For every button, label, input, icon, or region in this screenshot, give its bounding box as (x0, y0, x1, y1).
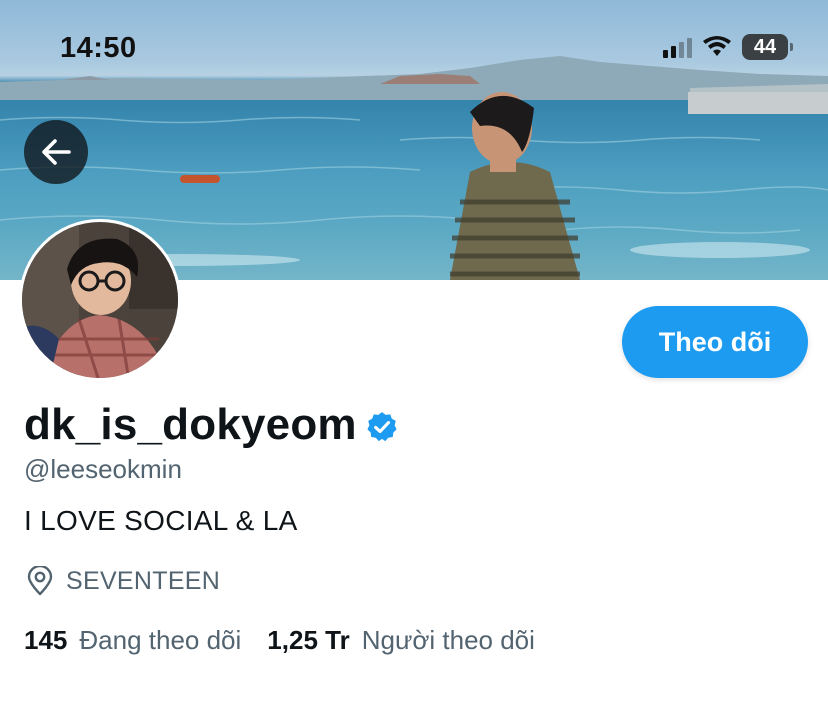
follow-button[interactable]: Theo dõi (622, 306, 808, 378)
followers-label: Người theo dõi (361, 625, 535, 655)
bio: I LOVE SOCIAL & LA (24, 505, 298, 536)
followers-link[interactable]: 1,25 Tr Người theo dõi (267, 625, 561, 656)
battery-icon: 44 (742, 34, 793, 60)
status-icons: 44 (663, 34, 793, 60)
location-text: SEVENTEEN (66, 566, 221, 595)
handle: @leeseokmin (24, 454, 182, 484)
following-link[interactable]: 145 Đang theo dõi (24, 625, 267, 656)
verified-badge-icon[interactable] (365, 410, 399, 444)
back-button[interactable] (24, 120, 88, 184)
wifi-icon (703, 36, 731, 56)
location-pin-icon (27, 566, 53, 596)
following-count: 145 (24, 625, 68, 655)
banner-person (450, 92, 580, 280)
display-name: dk_is_dokyeom (24, 400, 357, 449)
name-row: dk_is_dokyeom (24, 400, 399, 450)
location-row: SEVENTEEN (26, 566, 220, 596)
stats-row: 145 Đang theo dõi 1,25 Tr Người theo dõi (24, 625, 561, 656)
arrow-left-icon (42, 139, 71, 165)
status-time: 14:50 (60, 32, 137, 64)
followers-count: 1,25 Tr (267, 625, 350, 655)
avatar[interactable] (19, 219, 181, 381)
following-label: Đang theo dõi (79, 625, 242, 655)
signal-icon (663, 36, 692, 58)
